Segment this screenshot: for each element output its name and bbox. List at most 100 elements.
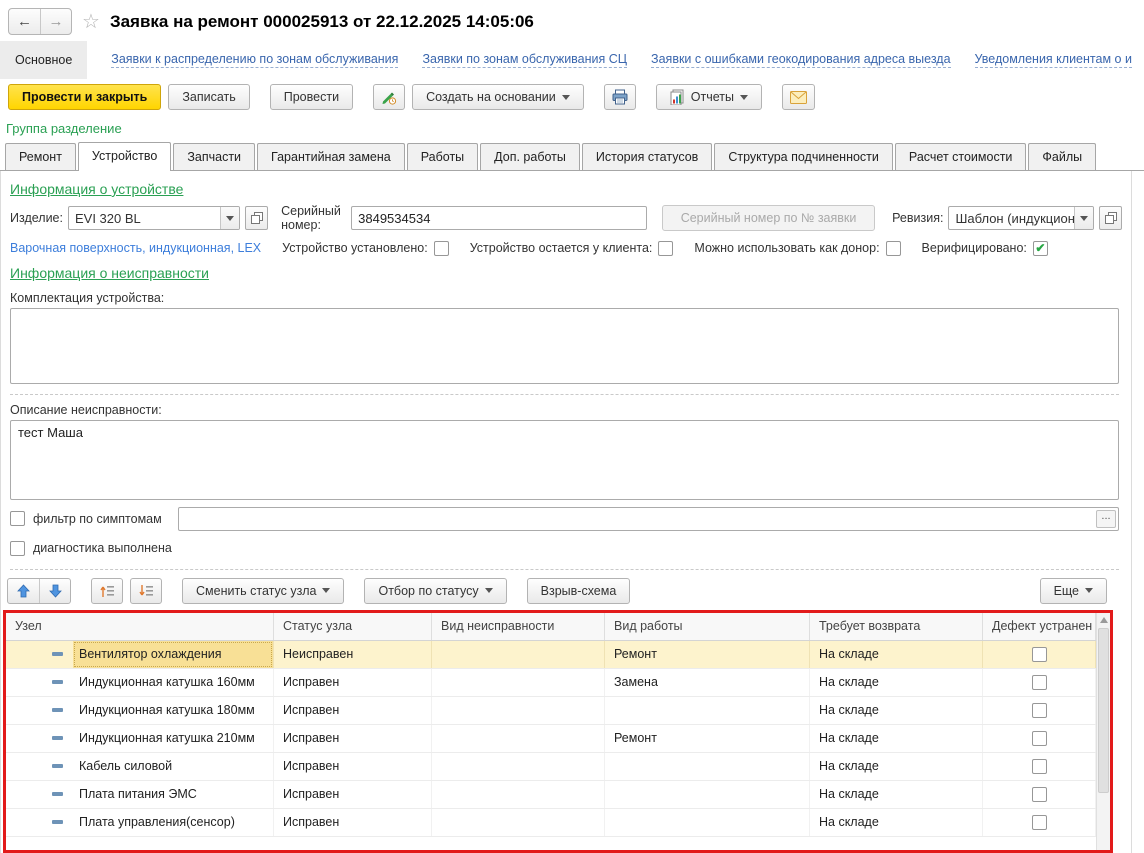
serial-by-request-button[interactable]: Серийный номер по № заявки [662, 205, 875, 231]
related-link[interactable]: Уведомления клиентам о и [975, 52, 1132, 68]
donor-checkbox[interactable] [886, 241, 901, 256]
write-button[interactable]: Записать [168, 84, 249, 110]
post-and-close-button[interactable]: Провести и закрыть [8, 84, 161, 110]
tab-item[interactable]: Ремонт [5, 143, 76, 170]
completeness-textarea[interactable] [10, 308, 1119, 384]
device-stays-checkbox[interactable] [658, 241, 673, 256]
table-row[interactable]: Плата питания ЭМСИсправенНа складе [6, 781, 1096, 809]
defect-fixed-checkbox[interactable] [1032, 675, 1047, 690]
defect-fixed-cell [983, 809, 1096, 836]
move-down-button[interactable] [39, 579, 70, 603]
defect-fixed-cell [983, 669, 1096, 696]
return-required-cell: На складе [810, 781, 983, 808]
symptom-filter-input[interactable]: ... [178, 507, 1119, 531]
fault-description-textarea[interactable]: тест Маша [10, 420, 1119, 500]
device-section-title[interactable]: Информация о устройстве [10, 181, 183, 197]
group-separator-link[interactable]: Группа разделение [0, 119, 132, 142]
product-open-button[interactable] [245, 206, 268, 230]
defect-fixed-checkbox[interactable] [1032, 731, 1047, 746]
serial-input[interactable]: 3849534534 [351, 206, 647, 230]
sort-ascending-button[interactable] [91, 578, 123, 604]
column-header-defect-fixed[interactable]: Дефект устранен [983, 613, 1096, 640]
tab-item[interactable]: Доп. работы [480, 143, 580, 170]
scrollbar-thumb[interactable] [1098, 628, 1109, 793]
related-link[interactable]: Заявки с ошибками геокодирования адреса … [651, 52, 951, 68]
revision-combo[interactable]: Шаблон (индукционная [948, 206, 1094, 230]
device-tab-content: Информация о устройстве Изделие: EVI 320… [0, 171, 1132, 853]
revision-dropdown-button[interactable] [1074, 207, 1093, 229]
reports-label: Отчеты [691, 90, 734, 104]
serial-by-request-label: Серийный номер по № заявки [681, 211, 857, 225]
create-on-base-button[interactable]: Создать на основании [412, 84, 584, 110]
product-dropdown-button[interactable] [220, 207, 239, 229]
command-bar: Провести и закрыть Записать Провести Соз… [0, 79, 1144, 119]
symptom-filter-choose-button[interactable]: ... [1096, 510, 1116, 528]
defect-fixed-checkbox[interactable] [1032, 647, 1047, 662]
move-up-button[interactable] [8, 579, 39, 603]
revision-open-button[interactable] [1099, 206, 1122, 230]
related-link[interactable]: Заявки по зонам обслуживания СЦ [422, 52, 627, 68]
table-row[interactable]: Плата управления(сенсор)ИсправенНа склад… [6, 809, 1096, 837]
tab-item[interactable]: Структура подчиненности [714, 143, 893, 170]
column-header-return[interactable]: Требует возврата [810, 613, 983, 640]
favorite-star-icon[interactable]: ☆ [82, 12, 100, 32]
tab-item[interactable]: Работы [407, 143, 478, 170]
device-installed-checkbox[interactable] [434, 241, 449, 256]
verified-checkbox[interactable] [1033, 241, 1048, 256]
filter-by-status-button[interactable]: Отбор по статусу [364, 578, 506, 604]
vertical-scrollbar[interactable] [1096, 613, 1110, 850]
explosion-diagram-button[interactable]: Взрыв-схема [527, 578, 631, 604]
forward-icon: → [49, 13, 64, 30]
back-button[interactable]: ← [9, 9, 40, 34]
tab-item[interactable]: История статусов [582, 143, 712, 170]
scroll-up-icon[interactable] [1100, 617, 1108, 623]
device-fields-row: Изделие: EVI 320 BL Серийный номер: 3849… [1, 199, 1131, 236]
table-row[interactable]: Кабель силовойИсправенНа складе [6, 753, 1096, 781]
work-type-cell [605, 809, 810, 836]
defect-fixed-cell [983, 781, 1096, 808]
diagnostics-done-checkbox[interactable] [10, 541, 25, 556]
mail-button[interactable] [782, 84, 815, 110]
post-button[interactable]: Провести [270, 84, 353, 110]
defect-fixed-checkbox[interactable] [1032, 703, 1047, 718]
tab-item[interactable]: Гарантийная замена [257, 143, 405, 170]
product-combo[interactable]: EVI 320 BL [68, 206, 240, 230]
work-type-cell [605, 781, 810, 808]
column-header-node-status[interactable]: Статус узла [274, 613, 432, 640]
table-row[interactable]: Индукционная катушка 160ммИсправенЗамена… [6, 669, 1096, 697]
sort-descending-button[interactable] [130, 578, 162, 604]
tab-item[interactable]: Запчасти [173, 143, 255, 170]
tab-active[interactable]: Устройство [78, 142, 171, 171]
repair-request-window: ← → ☆ Заявка на ремонт 000025913 от 22.1… [0, 0, 1144, 853]
defect-fixed-checkbox[interactable] [1032, 815, 1047, 830]
fault-section-title[interactable]: Информация о неисправности [10, 265, 209, 281]
defect-fixed-checkbox[interactable] [1032, 787, 1047, 802]
tab-item[interactable]: Расчет стоимости [895, 143, 1027, 170]
symptom-filter-checkbox[interactable] [10, 511, 25, 526]
defect-fixed-checkbox[interactable] [1032, 759, 1047, 774]
caret-down-icon [562, 95, 570, 100]
nav-tab-main[interactable]: Основное [0, 41, 87, 79]
work-type-cell: Замена [605, 669, 810, 696]
table-row[interactable]: Индукционная катушка 210ммИсправенРемонт… [6, 725, 1096, 753]
caret-down-icon [740, 95, 748, 100]
print-button[interactable] [604, 84, 636, 110]
node-marker-icon [52, 792, 63, 796]
more-button[interactable]: Еще [1040, 578, 1107, 604]
column-header-work-type[interactable]: Вид работы [605, 613, 810, 640]
forward-button[interactable]: → [40, 9, 71, 34]
tab-item[interactable]: Файлы [1028, 143, 1096, 170]
change-node-status-button[interactable]: Сменить статус узла [182, 578, 344, 604]
return-required-cell: На складе [810, 669, 983, 696]
table-row[interactable]: Вентилятор охлажденияНеисправенРемонтНа … [6, 641, 1096, 669]
related-link[interactable]: Заявки к распределению по зонам обслужив… [111, 52, 398, 68]
table-row[interactable]: Индукционная катушка 180ммИсправенНа скл… [6, 697, 1096, 725]
return-required-cell: На складе [810, 697, 983, 724]
defect-fixed-cell [983, 753, 1096, 780]
reports-button[interactable]: Отчеты [656, 84, 762, 110]
device-type-link[interactable]: Варочная поверхность, индукционная, LEX [10, 241, 261, 255]
column-header-node[interactable]: Узел [6, 613, 274, 640]
pen-clock-button[interactable] [373, 84, 405, 110]
column-header-fault-type[interactable]: Вид неисправности [432, 613, 605, 640]
node-cell: Плата питания ЭМС [6, 781, 274, 808]
